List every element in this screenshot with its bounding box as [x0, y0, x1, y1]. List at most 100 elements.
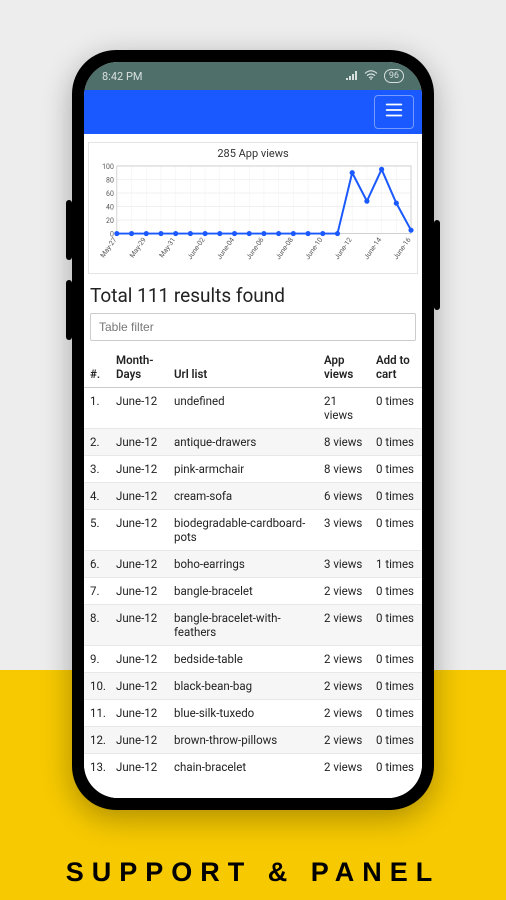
cell-url: biodegradable-cardboard-pots — [168, 510, 318, 551]
results-table: #. Month-Days Url list App views Add to … — [84, 347, 422, 780]
cell-views: 8 views — [318, 456, 370, 483]
table-filter-input[interactable] — [90, 313, 416, 341]
cell-url: blue-silk-tuxedo — [168, 700, 318, 727]
cell-month: June-12 — [110, 429, 168, 456]
table-row[interactable]: 12.June-12brown-throw-pillows2 views0 ti… — [84, 727, 422, 754]
table-row[interactable]: 9.June-12bedside-table2 views0 times — [84, 646, 422, 673]
cell-views: 2 views — [318, 578, 370, 605]
cell-url: bedside-table — [168, 646, 318, 673]
th-month[interactable]: Month-Days — [110, 347, 168, 388]
svg-text:20: 20 — [106, 217, 114, 225]
table-row[interactable]: 10.June-12black-bean-bag2 views0 times — [84, 673, 422, 700]
cell-n: 13. — [84, 754, 110, 781]
line-chart[interactable]: 020406080100May-27May-29May-31June-02Jun… — [89, 162, 417, 273]
cell-url: pink-armchair — [168, 456, 318, 483]
table-row[interactable]: 11.June-12blue-silk-tuxedo2 views0 times — [84, 700, 422, 727]
svg-text:June-08: June-08 — [274, 236, 295, 261]
cell-cart: 0 times — [370, 700, 422, 727]
table-row[interactable]: 13.June-12chain-bracelet2 views0 times — [84, 754, 422, 781]
cell-cart: 0 times — [370, 510, 422, 551]
cell-views: 2 views — [318, 700, 370, 727]
cell-url: bangle-bracelet — [168, 578, 318, 605]
svg-text:June-02: June-02 — [186, 236, 207, 261]
cell-month: June-12 — [110, 646, 168, 673]
cell-views: 3 views — [318, 551, 370, 578]
cell-url: boho-earrings — [168, 551, 318, 578]
table-header-row: #. Month-Days Url list App views Add to … — [84, 347, 422, 388]
cell-url: bangle-bracelet-with-feathers — [168, 605, 318, 646]
svg-text:May-27: May-27 — [99, 236, 119, 259]
cell-views: 2 views — [318, 673, 370, 700]
svg-text:40: 40 — [106, 204, 114, 212]
battery-badge: 96 — [384, 69, 404, 83]
chart-title: 285 App views — [89, 147, 417, 160]
svg-text:June-10: June-10 — [304, 236, 325, 261]
cell-month: June-12 — [110, 510, 168, 551]
th-cart[interactable]: Add to cart — [370, 347, 422, 388]
cell-cart: 0 times — [370, 646, 422, 673]
svg-text:May-31: May-31 — [158, 236, 178, 259]
cell-url: antique-drawers — [168, 429, 318, 456]
wifi-icon — [364, 70, 378, 83]
chart-card: 285 App views 020406080100May-27May-29Ma… — [88, 142, 418, 274]
cell-n: 7. — [84, 578, 110, 605]
cell-cart: 0 times — [370, 754, 422, 781]
cell-n: 4. — [84, 483, 110, 510]
cell-month: June-12 — [110, 605, 168, 646]
table-row[interactable]: 3.June-12pink-armchair8 views0 times — [84, 456, 422, 483]
svg-text:June-12: June-12 — [333, 236, 354, 261]
th-views[interactable]: App views — [318, 347, 370, 388]
cell-cart: 0 times — [370, 578, 422, 605]
results-title: Total 111 results found — [90, 284, 416, 307]
cell-n: 11. — [84, 700, 110, 727]
cell-month: June-12 — [110, 673, 168, 700]
svg-text:60: 60 — [106, 190, 114, 198]
table-body: 1.June-12undefined21 views0 times2.June-… — [84, 388, 422, 781]
phone-side-button — [434, 220, 440, 310]
nav-bar — [84, 90, 422, 134]
cell-views: 21 views — [318, 388, 370, 429]
cell-n: 12. — [84, 727, 110, 754]
cell-cart: 0 times — [370, 456, 422, 483]
table-row[interactable]: 4.June-12cream-sofa6 views0 times — [84, 483, 422, 510]
cell-n: 1. — [84, 388, 110, 429]
cell-month: June-12 — [110, 388, 168, 429]
cell-month: June-12 — [110, 456, 168, 483]
cell-views: 2 views — [318, 646, 370, 673]
table-row[interactable]: 7.June-12bangle-bracelet2 views0 times — [84, 578, 422, 605]
cell-url: undefined — [168, 388, 318, 429]
table-row[interactable]: 1.June-12undefined21 views0 times — [84, 388, 422, 429]
svg-text:May-29: May-29 — [128, 236, 148, 259]
cell-cart: 0 times — [370, 673, 422, 700]
cell-n: 10. — [84, 673, 110, 700]
table-row[interactable]: 2.June-12antique-drawers8 views0 times — [84, 429, 422, 456]
svg-text:June-16: June-16 — [392, 236, 413, 261]
cell-url: cream-sofa — [168, 483, 318, 510]
menu-button[interactable] — [374, 95, 414, 129]
th-num[interactable]: #. — [84, 347, 110, 388]
cell-cart: 0 times — [370, 483, 422, 510]
cell-n: 8. — [84, 605, 110, 646]
filter-wrap — [90, 313, 416, 341]
cell-url: chain-bracelet — [168, 754, 318, 781]
cell-views: 8 views — [318, 429, 370, 456]
phone-frame: 8:42 PM 96 285 App views 020406 — [72, 50, 434, 810]
svg-text:June-06: June-06 — [245, 236, 266, 261]
table-row[interactable]: 5.June-12biodegradable-cardboard-pots3 v… — [84, 510, 422, 551]
cell-n: 3. — [84, 456, 110, 483]
cell-month: June-12 — [110, 578, 168, 605]
cell-month: June-12 — [110, 700, 168, 727]
svg-text:80: 80 — [106, 176, 114, 184]
svg-text:June-14: June-14 — [362, 236, 383, 261]
cell-n: 9. — [84, 646, 110, 673]
content-area: 285 App views 020406080100May-27May-29Ma… — [84, 134, 422, 798]
svg-text:June-04: June-04 — [215, 236, 236, 261]
cell-url: black-bean-bag — [168, 673, 318, 700]
table-row[interactable]: 6.June-12boho-earrings3 views1 times — [84, 551, 422, 578]
th-url[interactable]: Url list — [168, 347, 318, 388]
table-row[interactable]: 8.June-12bangle-bracelet-with-feathers2 … — [84, 605, 422, 646]
cell-n: 2. — [84, 429, 110, 456]
signal-icon — [346, 70, 358, 83]
status-bar: 8:42 PM 96 — [84, 62, 422, 90]
cell-url: brown-throw-pillows — [168, 727, 318, 754]
